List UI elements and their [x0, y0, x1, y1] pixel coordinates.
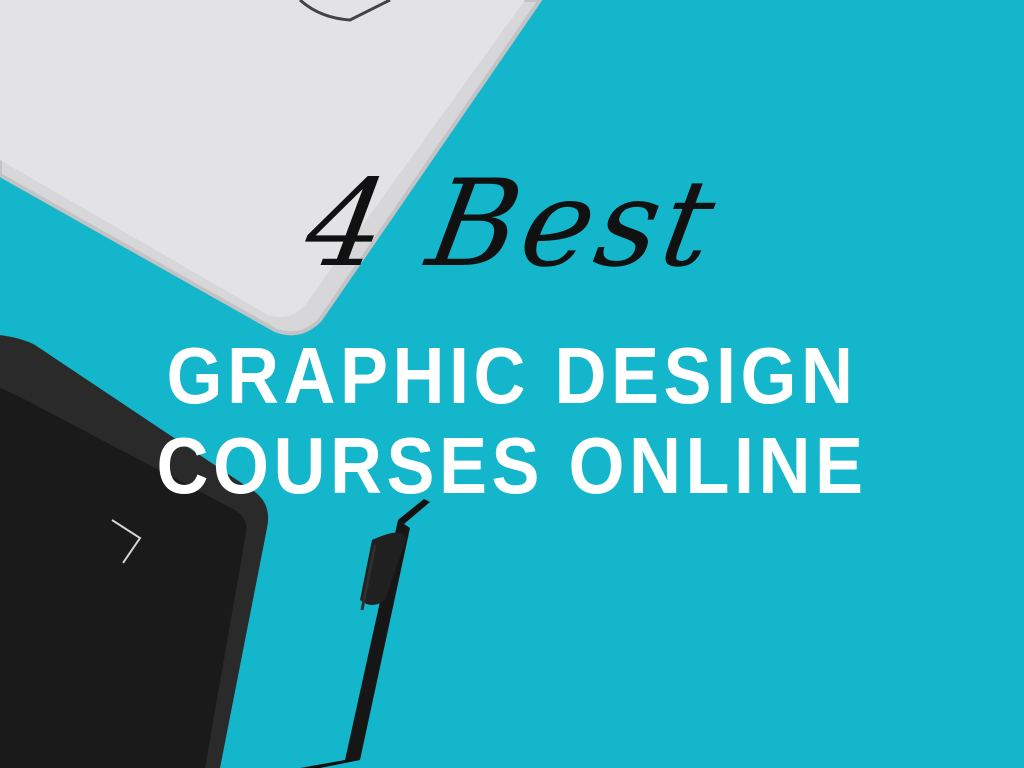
headline-line-1: GRAPHIC DESIGN [166, 331, 858, 420]
headline-line-2: COURSES ONLINE [156, 421, 868, 510]
stylus-pen-icon [300, 499, 430, 768]
script-title: 4 Best [296, 155, 729, 294]
hero-image: 4 Best GRAPHIC DESIGN COURSES ONLINE [0, 0, 1024, 768]
